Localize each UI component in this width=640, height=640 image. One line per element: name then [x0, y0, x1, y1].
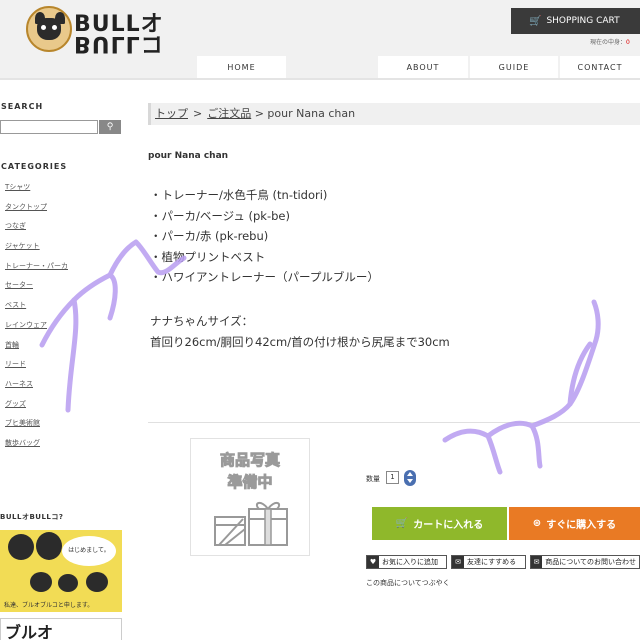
- search-icon: ⚲: [106, 122, 114, 132]
- bulldog-logo-icon: [26, 6, 72, 52]
- category-item[interactable]: Tシャツ: [5, 182, 68, 202]
- add-favorite-button[interactable]: ♥ お気に入りに追加: [366, 555, 447, 569]
- search-button[interactable]: ⚲: [99, 120, 121, 134]
- recommend-friend-button[interactable]: ✉ 友達にすすめる: [451, 555, 526, 569]
- main-nav: HOME ABOUT GUIDE CONTACT: [0, 56, 640, 78]
- nav-divider: [0, 78, 640, 80]
- content-divider: [148, 422, 640, 423]
- mail-icon: ✉: [531, 556, 543, 568]
- breadcrumb-category[interactable]: ご注文品: [207, 107, 251, 120]
- gift-box-icon: [214, 502, 288, 546]
- nav-home[interactable]: HOME: [197, 56, 286, 78]
- cart-icon: 🛒: [395, 518, 409, 529]
- heart-icon: ♥: [367, 556, 379, 568]
- brand-banner[interactable]: ブルオ: [0, 618, 122, 640]
- category-item[interactable]: セーター: [5, 280, 68, 300]
- top-bar: BULLオ BULLコ 🛒 SHOPPING CART 現在の中身：0: [0, 0, 640, 56]
- product-item: ・パーカ/赤 (pk-rebu): [150, 229, 269, 243]
- size-heading: ナナちゃんサイズ：: [150, 314, 254, 328]
- breadcrumb-separator: >: [193, 107, 203, 120]
- cart-current-count: 現在の中身：0: [590, 37, 630, 46]
- product-item-list: ・トレーナー/水色千鳥 (tn-tidori) ・パーカ/ベージュ (pk-be…: [150, 185, 379, 288]
- photo-placeholder-line1: 商品写真: [219, 451, 280, 470]
- category-item[interactable]: 散歩バッグ: [5, 438, 68, 458]
- search-row: ⚲: [0, 120, 122, 134]
- search-title: SEARCH: [1, 102, 44, 111]
- category-item[interactable]: ハーネス: [5, 379, 68, 399]
- categories-title: CATEGORIES: [1, 162, 68, 171]
- breadcrumb: トップ > ご注文品 > pour Nana chan: [148, 103, 640, 125]
- stepper-up-icon[interactable]: [407, 472, 413, 476]
- product-item: ・ハワイアントレーナー（パープルブルー）: [150, 270, 379, 284]
- search-input[interactable]: [0, 120, 98, 134]
- tweet-link[interactable]: この商品についてつぶやく: [366, 578, 450, 588]
- breadcrumb-home[interactable]: トップ: [155, 107, 188, 120]
- brand-logo[interactable]: BULLオ BULLコ: [26, 6, 166, 56]
- shopping-cart-button[interactable]: 🛒 SHOPPING CART: [511, 8, 640, 34]
- product-title: pour Nana chan: [148, 151, 229, 161]
- about-title: BULLオBULLコ?: [0, 513, 64, 521]
- product-item: ・パーカ/ベージュ (pk-be): [150, 208, 290, 223]
- quantity-stepper[interactable]: [404, 470, 416, 486]
- category-item[interactable]: ベスト: [5, 300, 68, 320]
- product-item: ・植物プリントベスト: [150, 249, 266, 264]
- buy-now-label: すぐに購入する: [546, 520, 617, 531]
- category-item[interactable]: グッズ: [5, 399, 68, 419]
- about-caption: 私達、ブルオブルコと申します。: [4, 602, 94, 609]
- category-item[interactable]: 首輪: [5, 340, 68, 360]
- product-item: ・トレーナー/水色千鳥 (tn-tidori): [150, 188, 328, 202]
- category-item[interactable]: リード: [5, 359, 68, 379]
- photo-placeholder-line2: 準備中: [227, 473, 273, 492]
- buy-now-button[interactable]: ⊛ すぐに購入する: [509, 507, 640, 540]
- category-item[interactable]: トレーナー・パーカ: [5, 261, 68, 281]
- size-detail: 首回り26cm/胴回り42cm/首の付け根から尻尾まで30cm: [150, 335, 450, 349]
- circle-arrow-icon: ⊛: [532, 518, 542, 529]
- mail-icon: ✉: [452, 556, 464, 568]
- product-photo-placeholder: 商品写真 準備中: [190, 438, 310, 556]
- breadcrumb-current: > pour Nana chan: [254, 107, 356, 120]
- product-inquiry-button[interactable]: ✉ 商品についてのお問い合わせ: [530, 555, 640, 569]
- category-item[interactable]: タンクトップ: [5, 202, 68, 222]
- category-item[interactable]: ブヒ美術館: [5, 418, 68, 438]
- cart-current-label: 現在の中身：: [590, 39, 627, 46]
- product-inquiry-label: 商品についてのお問い合わせ: [545, 558, 636, 566]
- category-item[interactable]: ジャケット: [5, 241, 68, 261]
- category-item[interactable]: レインウェア: [5, 320, 68, 340]
- category-item[interactable]: つなぎ: [5, 221, 68, 241]
- about-bubble: はじめまして。: [62, 536, 116, 566]
- nav-about[interactable]: ABOUT: [378, 56, 468, 78]
- cart-count: 0: [626, 39, 630, 46]
- quantity-label: 数量: [366, 475, 380, 483]
- nav-guide[interactable]: GUIDE: [470, 56, 558, 78]
- add-favorite-label: お気に入りに追加: [382, 558, 438, 566]
- about-banner[interactable]: はじめまして。 私達、ブルオブルコと申します。: [0, 530, 122, 612]
- cart-icon: 🛒: [529, 15, 542, 27]
- category-list: Tシャツ タンクトップ つなぎ ジャケット トレーナー・パーカ セーター ベスト…: [5, 182, 68, 458]
- add-to-cart-button[interactable]: 🛒 カートに入れる: [372, 507, 507, 540]
- nav-contact[interactable]: CONTACT: [560, 56, 640, 78]
- quantity-input[interactable]: 1: [386, 471, 399, 484]
- recommend-friend-label: 友達にすすめる: [467, 558, 517, 566]
- stepper-down-icon[interactable]: [407, 479, 413, 483]
- add-to-cart-label: カートに入れる: [413, 520, 484, 531]
- shopping-cart-label: SHOPPING CART: [546, 16, 620, 26]
